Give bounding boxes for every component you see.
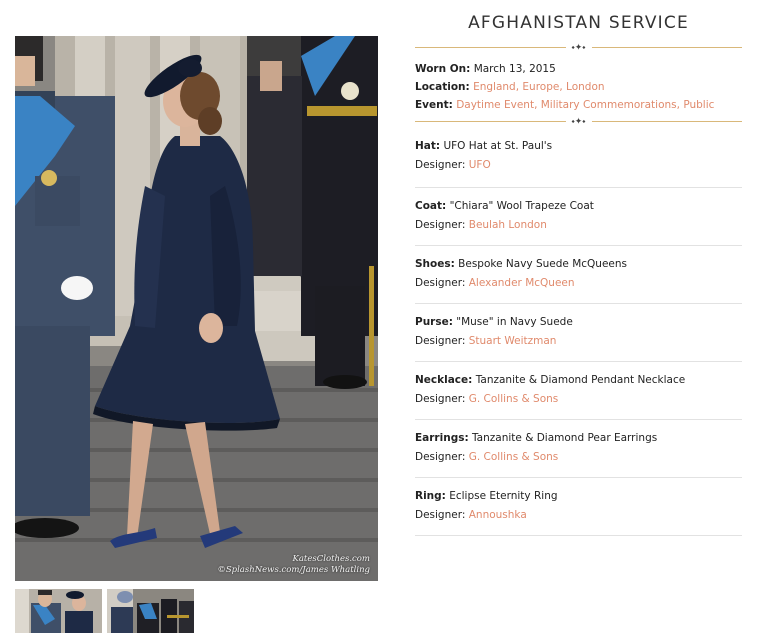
event-link[interactable]: Public (683, 99, 714, 111)
item-name: UFO Hat at St. Paul's (443, 140, 553, 152)
designer-label: Designer: (415, 277, 466, 289)
ornament-divider-top: ⬩✦⬩ (415, 42, 742, 54)
thumbnail-1-image (15, 589, 102, 633)
page-title: AFGHANISTAN SERVICE (468, 13, 689, 33)
main-photo[interactable]: KatesClothes.com ©SplashNews.com/James W… (15, 36, 378, 581)
item-category: Hat: (415, 140, 441, 152)
location-link[interactable]: England (473, 81, 516, 93)
item-name: Eclipse Eternity Ring (449, 490, 558, 502)
outfit-item-necklace: Necklace: Tanzanite & Diamond Pendant Ne… (415, 362, 742, 420)
worn-on-label: Worn On: (415, 63, 471, 75)
item-name: "Muse" in Navy Suede (456, 316, 573, 328)
designer-label: Designer: (415, 159, 466, 171)
credit-line-2: ©SplashNews.com/James Whatling (217, 565, 370, 575)
location-row: Location: England, Europe, London (415, 81, 605, 93)
outfit-item-coat: Coat: "Chiara" Wool Trapeze Coat Designe… (415, 188, 742, 246)
thumbnail-strip (15, 589, 194, 633)
ornament-divider-bottom: ⬩✦⬩ (415, 116, 742, 128)
worn-on-value: March 13, 2015 (473, 63, 556, 75)
designer-label: Designer: (415, 509, 466, 521)
outfit-details-panel: AFGHANISTAN SERVICE ⬩✦⬩ Worn On: March 1… (415, 0, 742, 536)
outfit-summary: Worn On: March 13, 2015 Location: Englan… (415, 60, 742, 114)
designer-label: Designer: (415, 219, 466, 231)
item-name: Bespoke Navy Suede McQueens (458, 258, 627, 270)
thumbnail-1[interactable] (15, 589, 102, 633)
event-link[interactable]: Daytime Event (456, 99, 534, 111)
photo-credit: KatesClothes.com ©SplashNews.com/James W… (217, 554, 370, 576)
designer-link[interactable]: Beulah London (469, 219, 547, 231)
credit-line-1: KatesClothes.com (292, 554, 371, 564)
worn-on-row: Worn On: March 13, 2015 (415, 60, 742, 78)
item-name: "Chiara" Wool Trapeze Coat (449, 200, 594, 212)
item-category: Necklace: (415, 374, 473, 386)
designer-label: Designer: (415, 451, 466, 463)
outfit-item-shoes: Shoes: Bespoke Navy Suede McQueens Desig… (415, 246, 742, 304)
designer-link[interactable]: G. Collins & Sons (469, 451, 559, 463)
event-label: Event: (415, 99, 453, 111)
designer-label: Designer: (415, 393, 466, 405)
outfit-item-hat: Hat: UFO Hat at St. Paul's Designer: UFO (415, 128, 742, 188)
designer-label: Designer: (415, 335, 466, 347)
event-link[interactable]: Military Commemorations (541, 99, 677, 111)
item-name: Tanzanite & Diamond Pear Earrings (472, 432, 658, 444)
item-category: Earrings: (415, 432, 469, 444)
outfit-items-list: Hat: UFO Hat at St. Paul's Designer: UFO… (415, 128, 742, 536)
designer-link[interactable]: UFO (469, 159, 491, 171)
designer-link[interactable]: Stuart Weitzman (469, 335, 557, 347)
thumbnail-2[interactable] (107, 589, 194, 633)
item-category: Shoes: (415, 258, 455, 270)
outfit-item-earrings: Earrings: Tanzanite & Diamond Pear Earri… (415, 420, 742, 478)
location-link[interactable]: Europe (522, 81, 559, 93)
location-link[interactable]: London (566, 81, 605, 93)
location-label: Location: (415, 81, 470, 93)
designer-link[interactable]: G. Collins & Sons (469, 393, 559, 405)
ornament-icon: ⬩✦⬩ (565, 42, 592, 54)
outfit-item-ring: Ring: Eclipse Eternity Ring Designer: An… (415, 478, 742, 536)
item-category: Coat: (415, 200, 447, 212)
item-name: Tanzanite & Diamond Pendant Necklace (475, 374, 686, 386)
item-category: Purse: (415, 316, 453, 328)
designer-link[interactable]: Alexander McQueen (469, 277, 575, 289)
ornament-icon: ⬩✦⬩ (565, 116, 592, 128)
designer-link[interactable]: Annoushka (469, 509, 527, 521)
item-category: Ring: (415, 490, 446, 502)
thumbnail-2-image (107, 589, 194, 633)
outfit-item-purse: Purse: "Muse" in Navy Suede Designer: St… (415, 304, 742, 362)
event-row: Event: Daytime Event, Military Commemora… (415, 99, 715, 111)
main-photo-image (15, 36, 378, 581)
